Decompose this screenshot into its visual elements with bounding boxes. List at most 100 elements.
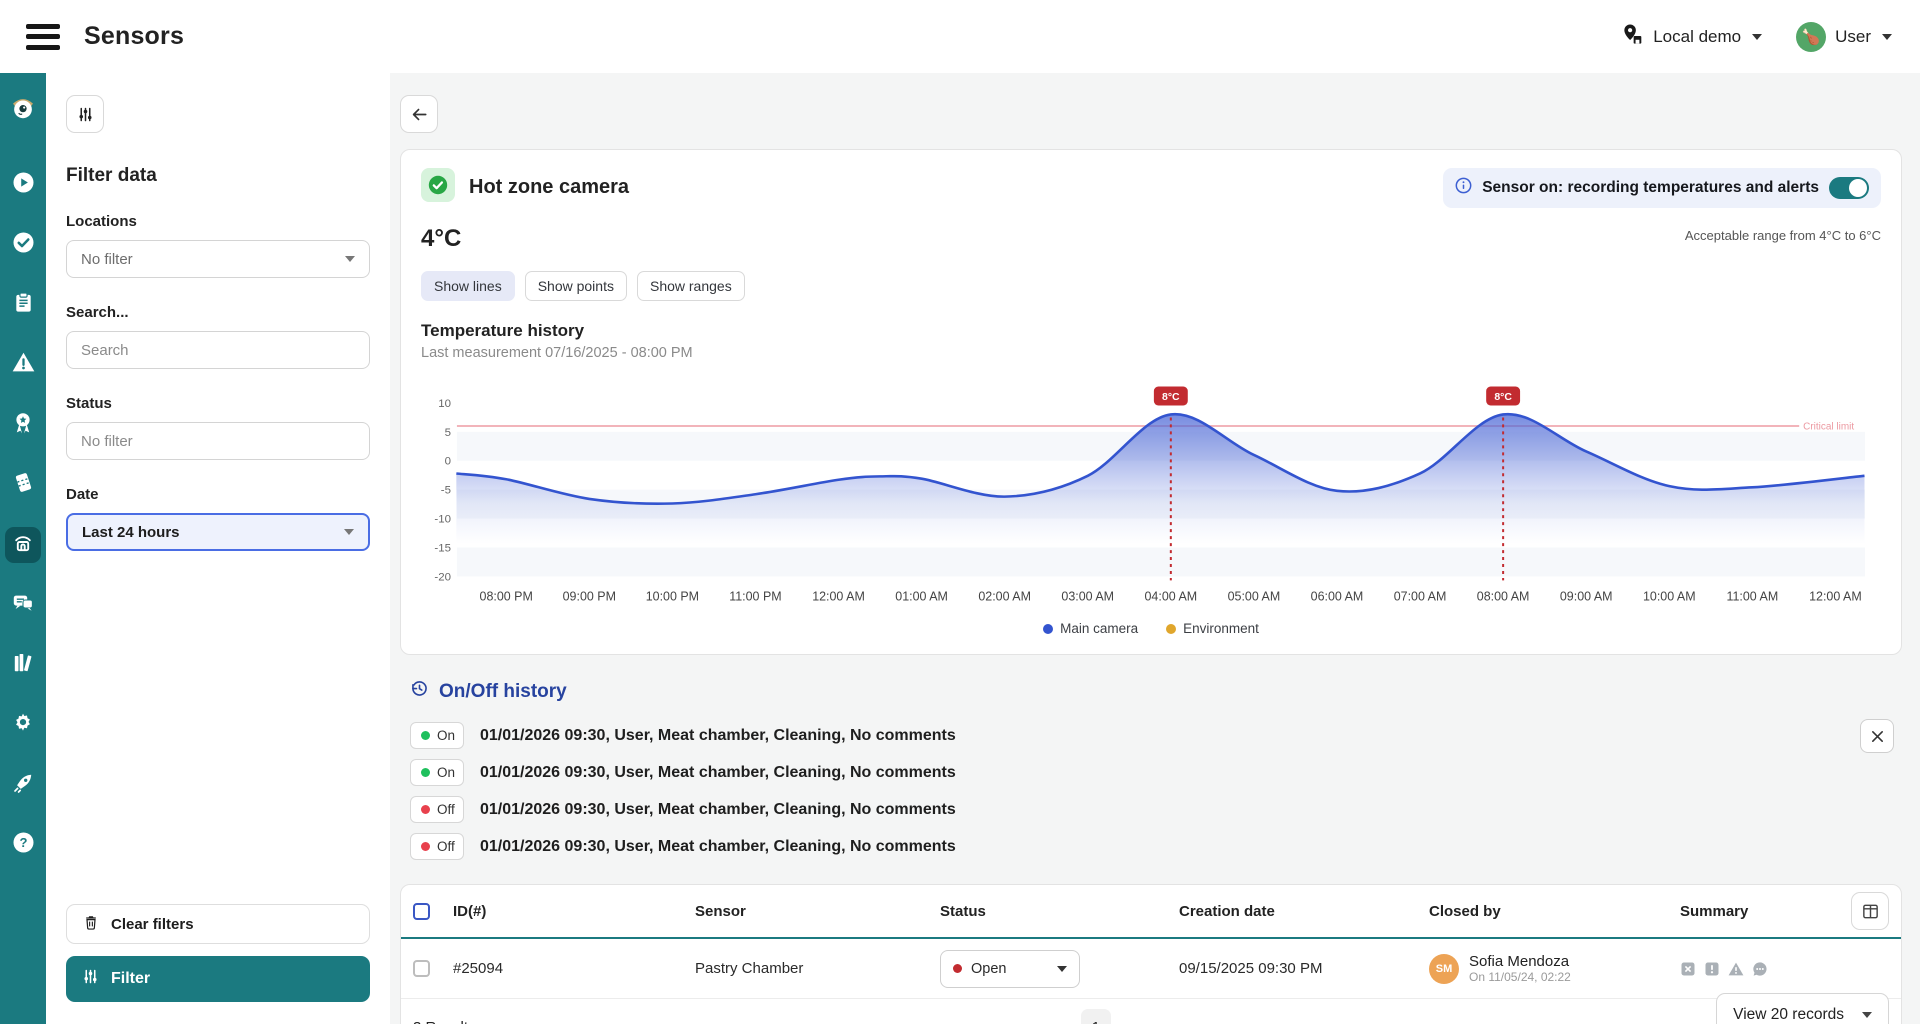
legend-environment[interactable]: Environment — [1166, 621, 1259, 636]
locations-select[interactable]: No filter — [66, 240, 370, 278]
svg-text:01:00 AM: 01:00 AM — [895, 589, 948, 603]
user-avatar: 🍗 — [1796, 21, 1827, 52]
onoff-badge: On — [410, 759, 464, 787]
rail-item-warning[interactable] — [5, 347, 41, 383]
view-button-show-lines[interactable]: Show lines — [421, 271, 515, 301]
help-icon: ? — [11, 830, 36, 860]
clipboard-icon — [12, 291, 35, 319]
logo-icon — [9, 93, 37, 126]
column-picker-button[interactable] — [1851, 892, 1889, 931]
history-entry-text: 01/01/2026 09:30, User, Meat chamber, Cl… — [480, 763, 956, 781]
page-title: Sensors — [84, 22, 185, 50]
warning-triangle-icon — [1728, 962, 1744, 976]
records-per-page-dropdown[interactable]: View 20 records — [1716, 993, 1889, 1024]
closedby-name: Sofia Mendoza — [1469, 953, 1570, 971]
chart-legend: Main camera Environment — [421, 619, 1881, 642]
summary-icons — [1680, 961, 1889, 977]
rail-item-settings[interactable] — [5, 707, 41, 743]
rail-item-clipboard[interactable] — [5, 287, 41, 323]
close-history-button[interactable] — [1860, 719, 1894, 754]
award-icon — [11, 411, 35, 440]
chart-title: Temperature history — [421, 321, 585, 340]
svg-text:-5: -5 — [441, 485, 451, 497]
col-sensor: Sensor — [695, 902, 746, 920]
history-entry: On 01/01/2026 09:30, User, Meat chamber,… — [410, 722, 1892, 750]
clear-filters-button[interactable]: Clear filters — [66, 904, 370, 944]
svg-text:05:00 AM: 05:00 AM — [1228, 589, 1281, 603]
play-icon — [11, 170, 36, 200]
svg-text:0: 0 — [445, 456, 451, 468]
arrow-left-icon — [412, 108, 427, 120]
rail-item-chat[interactable] — [5, 587, 41, 623]
svg-text:02:00 AM: 02:00 AM — [978, 589, 1031, 603]
rail-item-library[interactable] — [5, 647, 41, 683]
sensor-name: Hot zone camera — [469, 176, 630, 198]
filter-sidebar: Filter data Locations No filter Search..… — [46, 73, 390, 1024]
chevron-down-icon — [1862, 1012, 1872, 1019]
location-switcher[interactable]: Local demo — [1621, 23, 1763, 51]
sensor-on-toggle[interactable] — [1829, 177, 1869, 199]
rail-item-play[interactable] — [5, 167, 41, 203]
chevron-down-icon — [1752, 33, 1763, 40]
select-all-checkbox[interactable] — [413, 902, 430, 920]
sensor-toggle-pill: Sensor on: recording temperatures and al… — [1443, 168, 1881, 208]
status-filter-input[interactable] — [66, 422, 370, 460]
temperature-chart: Critical limit 8°C 8°C 10 5 0 -5 -10 -15 -20 08:00… — [421, 363, 1881, 619]
rail-item-rocket[interactable] — [5, 767, 41, 803]
location-pin-icon — [1621, 23, 1644, 51]
history-entry: Off 01/01/2026 09:30, User, Meat chamber… — [410, 833, 1892, 861]
legend-dot-icon — [1166, 623, 1177, 634]
svg-text:12:00 AM: 12:00 AM — [1809, 589, 1862, 603]
check-icon — [11, 230, 36, 260]
rail-item-check[interactable] — [5, 227, 41, 263]
status-dropdown[interactable]: Open — [940, 949, 1080, 988]
onoff-badge: Off — [410, 833, 464, 861]
svg-text:5: 5 — [445, 427, 451, 439]
back-button[interactable] — [400, 95, 438, 133]
user-menu[interactable]: 🍗 User — [1796, 21, 1892, 52]
status-open-dot — [953, 964, 962, 974]
svg-text:8°C: 8°C — [1494, 392, 1512, 403]
onoff-badge: On — [410, 722, 464, 750]
chevron-down-icon — [345, 256, 355, 262]
legend-main-camera[interactable]: Main camera — [1043, 621, 1138, 636]
cell-sensor: Pastry Chamber — [695, 960, 804, 978]
rail-item-help[interactable]: ? — [5, 827, 41, 863]
svg-text:10:00 PM: 10:00 PM — [646, 589, 699, 603]
rail-item-award[interactable] — [5, 407, 41, 443]
col-id: ID(#) — [453, 902, 487, 920]
apply-filter-button[interactable]: Filter — [66, 956, 370, 1002]
svg-text:04:00 AM: 04:00 AM — [1145, 589, 1198, 603]
sliders-icon — [78, 107, 92, 121]
results-count: 3 Results — [413, 1019, 476, 1024]
sensors-icon — [11, 531, 35, 560]
row-checkbox[interactable] — [413, 960, 430, 978]
state-dot-icon — [421, 842, 430, 852]
filters-collapse-button[interactable] — [66, 95, 104, 133]
svg-text:08:00 PM: 08:00 PM — [480, 589, 533, 603]
search-input[interactable] — [66, 331, 370, 369]
view-button-show-ranges[interactable]: Show ranges — [636, 271, 745, 301]
chart-view-buttons: Show lines Show points Show ranges — [421, 271, 1443, 301]
sensor-events-table: ID(#) Sensor Status Creation date Closed… — [400, 884, 1902, 1024]
chart-subtitle: Last measurement 07/16/2025 - 08:00 PM — [421, 345, 693, 361]
rail-item-logo[interactable] — [5, 91, 41, 127]
table-row: #25094 Pastry Chamber Open 09/15/2025 09… — [401, 939, 1901, 1000]
settings-icon — [11, 711, 35, 740]
col-status: Status — [940, 902, 986, 920]
view-button-show-points[interactable]: Show points — [524, 271, 627, 301]
current-temperature: 4°C — [421, 225, 462, 252]
menu-icon[interactable] — [26, 23, 60, 50]
svg-text:-20: -20 — [434, 571, 451, 583]
page-1-button[interactable]: 1 — [1080, 1009, 1111, 1024]
state-label: On — [437, 728, 456, 744]
rail-item-ticket[interactable] — [5, 467, 41, 503]
history-clock-icon — [410, 679, 429, 704]
ticket-icon — [12, 471, 35, 499]
rail-item-sensors[interactable] — [5, 527, 41, 563]
location-label: Local demo — [1653, 26, 1742, 46]
state-dot-icon — [421, 768, 430, 778]
trash-icon — [83, 914, 99, 934]
svg-text:-15: -15 — [434, 542, 451, 554]
date-select[interactable]: Last 24 hours — [66, 513, 370, 551]
